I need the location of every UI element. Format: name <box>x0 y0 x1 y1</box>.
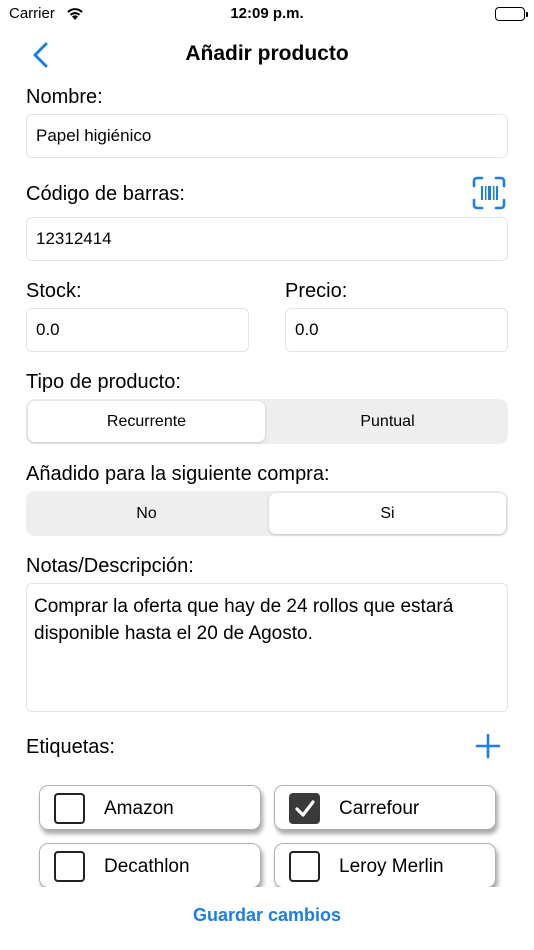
stock-field[interactable]: 0.0 <box>26 308 249 352</box>
stock-label: Stock: <box>26 280 82 302</box>
tags-list: Amazon Carrefour Decathlon Leroy Merlin <box>26 777 508 887</box>
status-bar: Carrier 12:09 p.m. <box>0 0 534 30</box>
plus-icon <box>475 733 501 759</box>
etiquetas-label: Etiquetas: <box>26 736 115 758</box>
nombre-field[interactable]: Papel higiénico <box>26 114 508 158</box>
siguiente-compra-segmented-control: No Si <box>26 491 508 536</box>
codigo-field[interactable]: 12312414 <box>26 217 508 261</box>
precio-field[interactable]: 0.0 <box>285 308 508 352</box>
tag-decathlon[interactable]: Decathlon <box>39 843 261 887</box>
tag-label: Leroy Merlin <box>339 856 444 877</box>
tipo-segmented-control: Recurrente Puntual <box>26 399 508 444</box>
codigo-label: Código de barras: <box>26 183 185 205</box>
siguiente-compra-label: Añadido para la siguiente compra: <box>26 463 330 485</box>
tag-leroy-merlin[interactable]: Leroy Merlin <box>274 843 496 887</box>
page-title: Añadir producto <box>185 42 349 65</box>
tipo-option-recurrente[interactable]: Recurrente <box>28 401 265 442</box>
tag-label: Decathlon <box>104 856 190 877</box>
barcode-scan-icon <box>472 176 506 210</box>
checkbox-checked-icon <box>289 793 320 824</box>
navigation-bar: Añadir producto <box>0 34 534 76</box>
nombre-label: Nombre: <box>26 86 103 108</box>
checkbox-unchecked-icon <box>289 851 320 882</box>
precio-label: Precio: <box>285 280 348 302</box>
battery-icon <box>495 7 528 21</box>
notas-label: Notas/Descripción: <box>26 555 194 577</box>
checkbox-unchecked-icon <box>54 851 85 882</box>
add-tag-button[interactable] <box>475 733 501 759</box>
tag-amazon[interactable]: Amazon <box>39 785 261 830</box>
tag-label: Amazon <box>104 798 174 819</box>
save-button[interactable]: Guardar cambios <box>0 905 534 926</box>
checkbox-unchecked-icon <box>54 793 85 824</box>
notas-textarea[interactable]: Comprar la oferta que hay de 24 rollos q… <box>26 583 508 712</box>
scan-barcode-button[interactable] <box>472 176 506 210</box>
tipo-label: Tipo de producto: <box>26 371 181 393</box>
tag-label: Carrefour <box>339 798 420 819</box>
tag-carrefour[interactable]: Carrefour <box>274 785 496 830</box>
tipo-option-puntual[interactable]: Puntual <box>269 401 506 442</box>
siguiente-compra-option-no[interactable]: No <box>28 493 265 534</box>
clock: 12:09 p.m. <box>230 5 304 22</box>
siguiente-compra-option-si[interactable]: Si <box>269 493 506 534</box>
